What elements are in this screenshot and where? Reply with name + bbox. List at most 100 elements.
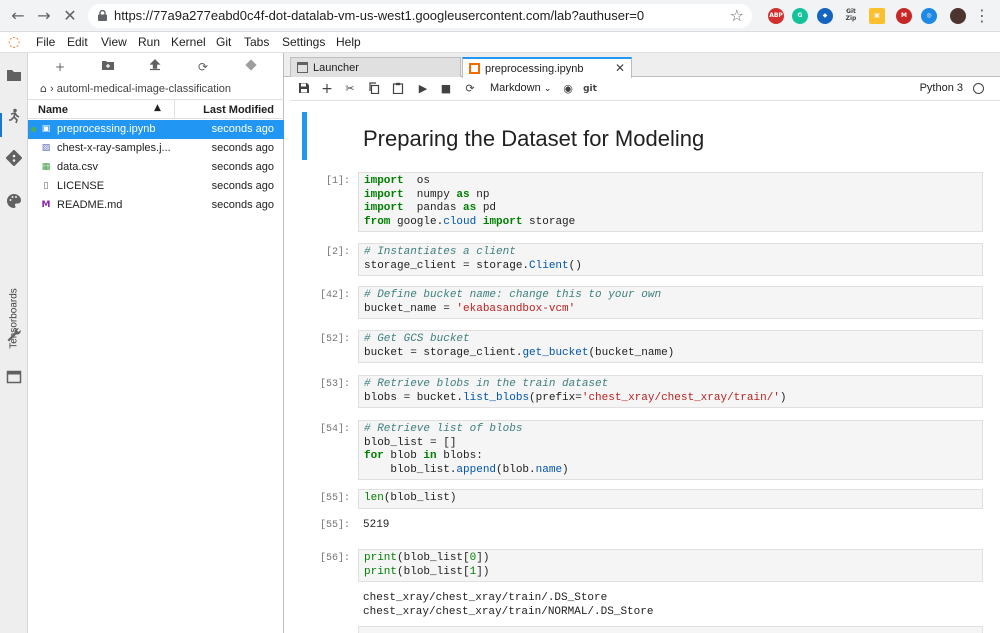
cell-output: chest_xray/chest_xray/train/NORMAL/.DS_S… xyxy=(363,605,654,618)
wrench-icon[interactable] xyxy=(6,327,22,343)
grammarly-icon[interactable]: G xyxy=(792,8,808,24)
file-row[interactable]: ▯ LICENSE seconds ago xyxy=(28,177,284,196)
home-icon[interactable]: ⌂ xyxy=(40,82,47,95)
code-token: import xyxy=(482,215,523,228)
code-token: ]) xyxy=(476,565,490,578)
code-token: pandas xyxy=(403,202,464,214)
close-reload-icon[interactable]: ✕ xyxy=(60,6,80,26)
file-row[interactable]: M README.md seconds ago xyxy=(28,196,284,215)
file-modified: seconds ago xyxy=(211,180,274,192)
code-cell-editor[interactable]: # Instantiates a client storage_client = … xyxy=(358,243,983,276)
git-diff-icon[interactable]: git xyxy=(583,82,597,96)
upload-icon[interactable] xyxy=(147,59,163,75)
kernel-name[interactable]: Python 3 xyxy=(920,82,963,94)
menu-view[interactable]: View xyxy=(101,35,127,49)
git-clone-icon[interactable] xyxy=(243,59,259,75)
camera-extension-icon[interactable]: ◎ xyxy=(921,8,937,24)
input-prompt: [55]: xyxy=(319,493,350,504)
git-icon[interactable] xyxy=(5,149,23,167)
close-tab-icon[interactable]: ✕ xyxy=(615,61,625,75)
code-token: numpy xyxy=(403,188,457,201)
menu-help[interactable]: Help xyxy=(336,35,361,49)
code-token: name xyxy=(535,463,563,476)
gitzip-icon[interactable]: Git Zip xyxy=(843,8,859,24)
code-cell-editor[interactable]: # Get GCS bucket bucket = storage_client.… xyxy=(358,330,983,363)
code-line: # Define bucket name: change this to you… xyxy=(364,289,977,303)
menu-run[interactable]: Run xyxy=(138,35,160,49)
abp-icon[interactable]: ABP xyxy=(768,8,784,24)
file-name: preprocessing.ipynb xyxy=(57,123,156,135)
code-cell-editor[interactable]: # Retrieve blobs in the train dataset blo… xyxy=(358,375,983,408)
last-modified-column-header[interactable]: Last Modified xyxy=(203,104,274,116)
code-token: for xyxy=(364,450,384,462)
code-line: print(blob_list[0]) xyxy=(364,552,977,566)
code-token: 'ekabasandbox-vcm' xyxy=(456,302,576,315)
breadcrumb: ⌂ › automl-medical-image-classification xyxy=(40,82,232,95)
forward-arrow-icon[interactable]: → xyxy=(34,6,54,26)
running-icon[interactable] xyxy=(6,108,22,124)
file-icon: ▯ xyxy=(43,181,49,191)
menu-edit[interactable]: Edit xyxy=(67,35,88,49)
file-row[interactable]: ▦ data.csv seconds ago xyxy=(28,158,284,177)
code-cell-editor[interactable]: print(blob_list[0]) print(blob_list[1]) xyxy=(358,549,983,582)
code-token: (blob_list) xyxy=(383,492,457,504)
code-cell-editor[interactable]: # Retrieve list of blobs blob_list = [] fo… xyxy=(358,420,983,480)
tab-label: Launcher xyxy=(313,62,359,74)
address-bar[interactable]: https://77a9a277eabd0c4f-dot-datalab-vm-… xyxy=(88,4,752,28)
paste-icon[interactable] xyxy=(391,82,405,96)
menu-tabs[interactable]: Tabs xyxy=(244,35,269,49)
code-token: storage xyxy=(522,215,576,228)
cut-icon[interactable]: ✂ xyxy=(343,82,357,96)
more-vert-icon[interactable]: ⋮ xyxy=(972,6,992,26)
refresh-icon[interactable]: ⟳ xyxy=(195,59,211,75)
extension-blue-icon[interactable]: ◆ xyxy=(817,8,833,24)
clock-icon[interactable]: ◉ xyxy=(561,82,575,96)
copy-icon[interactable] xyxy=(367,82,381,96)
code-cell-editor[interactable] xyxy=(358,626,983,633)
code-line: # Instantiates a client xyxy=(364,246,977,260)
profile-avatar[interactable] xyxy=(950,8,966,24)
add-cell-icon[interactable]: + xyxy=(320,82,334,96)
menu-git[interactable]: Git xyxy=(216,35,231,49)
palette-icon[interactable] xyxy=(6,193,22,209)
code-cell-editor[interactable]: import os import numpy as np import pandas… xyxy=(358,172,983,232)
m-extension-icon[interactable]: M xyxy=(896,8,912,24)
save-icon[interactable] xyxy=(297,82,311,96)
code-token: bucket_name = xyxy=(364,302,457,315)
file-name: LICENSE xyxy=(57,180,105,192)
code-token: import xyxy=(364,175,404,187)
breadcrumb-folder[interactable]: automl-medical-image-classification xyxy=(57,83,231,95)
name-column-header[interactable]: Name xyxy=(38,104,68,116)
stop-icon[interactable]: ■ xyxy=(439,82,453,96)
restart-icon[interactable]: ⟳ xyxy=(463,82,477,96)
tab-launcher[interactable]: Launcher xyxy=(290,57,461,77)
column-divider[interactable] xyxy=(174,100,175,118)
tab-preprocessing-notebook[interactable]: preprocessing.ipynb ✕ xyxy=(462,57,632,78)
code-token: in xyxy=(423,450,437,462)
code-line: storage_client = storage.Client() xyxy=(364,260,977,274)
file-row[interactable]: ▨ chest-x-ray-samples.j... seconds ago xyxy=(28,139,284,158)
file-row[interactable]: ▣ preprocessing.ipynb seconds ago xyxy=(28,120,284,139)
folder-icon[interactable] xyxy=(6,67,22,83)
cell-type-select[interactable]: Markdown ⌄ xyxy=(490,82,551,94)
run-icon[interactable]: ▶ xyxy=(416,82,430,96)
input-prompt: [42]: xyxy=(319,290,350,301)
code-token: storage_client = storage. xyxy=(364,259,530,272)
tabs-icon[interactable] xyxy=(6,369,22,385)
image-extension-icon[interactable]: ▣ xyxy=(869,8,885,24)
input-prompt: [2]: xyxy=(325,247,350,258)
bookmark-star-icon[interactable]: ☆ xyxy=(730,6,744,25)
code-line: for blob in blobs: xyxy=(364,450,977,464)
markdown-heading[interactable]: Preparing the Dataset for Modeling xyxy=(363,126,704,152)
back-arrow-icon[interactable]: ← xyxy=(8,6,28,26)
code-cell-editor[interactable]: len(blob_list) xyxy=(358,489,983,509)
sort-ascending-icon[interactable]: ▲ xyxy=(154,103,161,113)
tab-label: preprocessing.ipynb xyxy=(485,63,584,75)
file-name: data.csv xyxy=(57,161,98,173)
new-folder-icon[interactable] xyxy=(100,59,116,75)
menu-kernel[interactable]: Kernel xyxy=(171,35,206,49)
menu-file[interactable]: File xyxy=(36,35,55,49)
new-launcher-icon[interactable]: + xyxy=(52,59,68,75)
menu-settings[interactable]: Settings xyxy=(282,35,325,49)
code-cell-editor[interactable]: # Define bucket name: change this to you… xyxy=(358,286,983,319)
